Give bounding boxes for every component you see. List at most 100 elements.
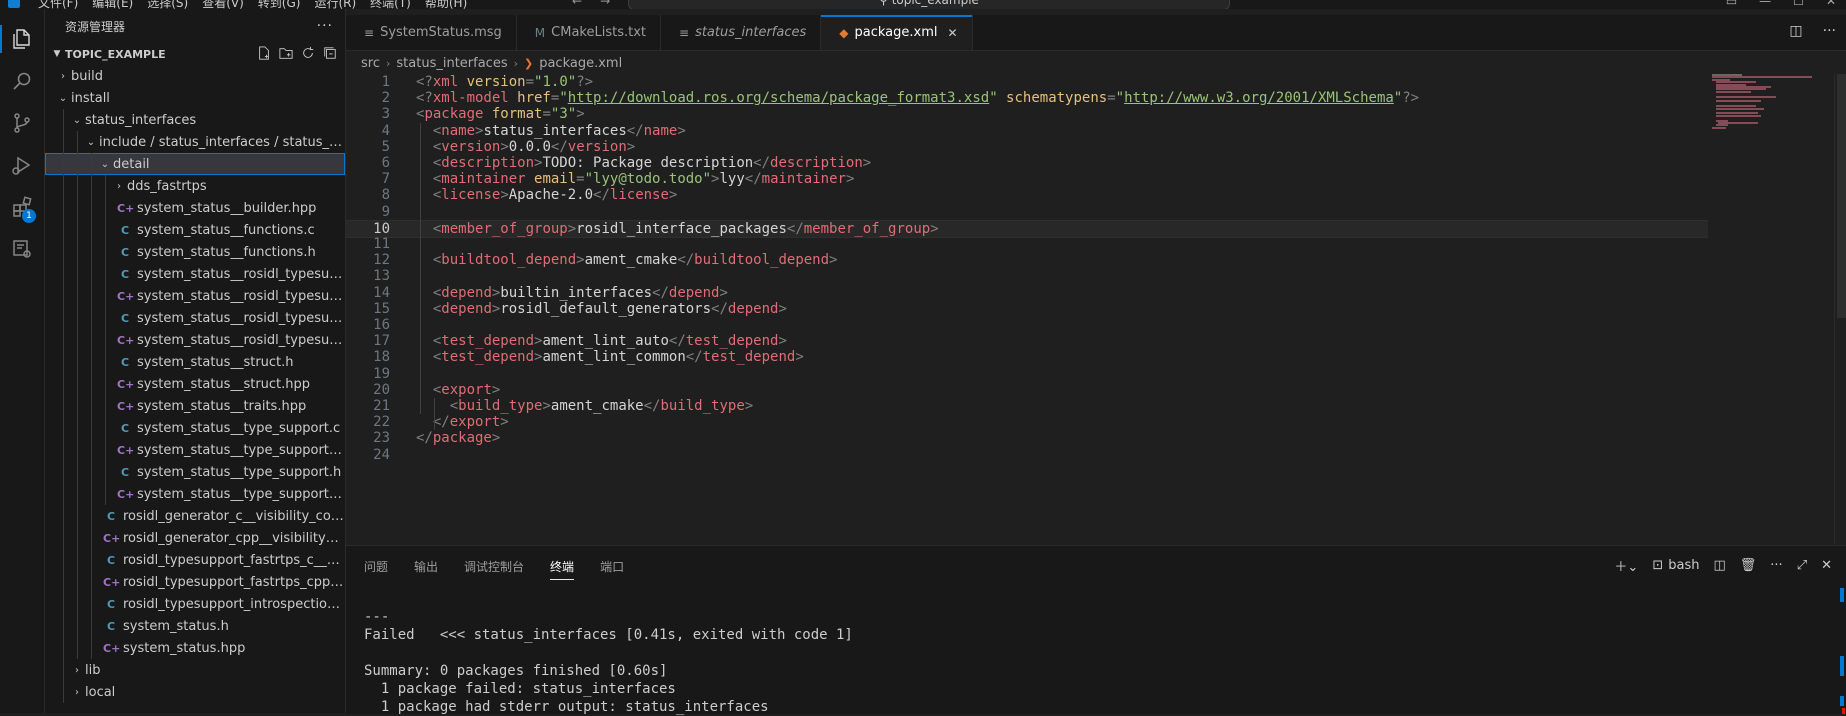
code-line[interactable]: 15 <depend>rosidl_default_generators</de… (346, 301, 1706, 317)
code-line[interactable]: 12 <buildtool_depend>ament_cmake</buildt… (346, 252, 1706, 268)
tree-file[interactable]: C+ system_status__type_support.hpp (45, 483, 345, 505)
breadcrumb-item[interactable]: status_interfaces (396, 56, 507, 71)
menu-item[interactable]: 帮助(H) (425, 0, 467, 9)
code-line[interactable]: 7 <maintainer email="lyy@todo.todo">lyy<… (346, 171, 1706, 187)
breadcrumb-item[interactable]: package.xml (539, 56, 622, 71)
tree-file[interactable]: Crosidl_typesupport_fastrtps_c__visib… (45, 549, 345, 571)
code-line[interactable]: 3 <package format="3"> (346, 106, 1706, 122)
run-debug-icon[interactable] (0, 143, 44, 187)
code-line[interactable]: 20 <export> (346, 382, 1706, 398)
tab-package-xml[interactable]: ◆ package.xml ✕ (821, 15, 973, 50)
tree-file[interactable]: Csystem_status__type_support.h (45, 461, 345, 483)
tree-folder[interactable]: ⌄ status_interfaces (45, 109, 345, 131)
menu-item[interactable]: 查看(V) (202, 0, 244, 9)
explorer-icon[interactable] (0, 17, 44, 61)
tree-file[interactable]: Csystem_status__struct.h (45, 351, 345, 373)
extensions-icon[interactable]: 1 (0, 185, 44, 229)
code-line[interactable]: 4 <name>status_interfaces</name> (346, 123, 1706, 139)
code-line[interactable]: 5 <version>0.0.0</version> (346, 139, 1706, 155)
search-icon[interactable] (0, 59, 44, 103)
token-url[interactable]: http://www.w3.org/2001/XMLSchema (1124, 90, 1394, 106)
tree-file[interactable]: Csystem_status.h (45, 615, 345, 637)
more-actions-icon[interactable]: ··· (1823, 23, 1836, 39)
tree-folder[interactable]: › dds_fastrtps (45, 175, 345, 197)
terminal-output[interactable]: --- Failed <<< status_interfaces [0.41s, … (364, 608, 853, 716)
terminal-instance[interactable]: ⊡ bash (1652, 558, 1699, 573)
code-line[interactable]: 18 <test_depend>ament_lint_common</test_… (346, 349, 1706, 365)
breadcrumb-item[interactable]: src (361, 56, 380, 71)
code-line[interactable]: 6 <description>TODO: Package description… (346, 155, 1706, 171)
menu-item[interactable]: 编辑(E) (92, 0, 133, 9)
tree-file[interactable]: C+ rosidl_generator_cpp__visibility_con… (45, 527, 345, 549)
code-line[interactable]: 22 </export> (346, 414, 1706, 430)
menu-item[interactable]: 运行(R) (314, 0, 356, 9)
code-line[interactable]: 9 (346, 204, 1706, 220)
tree-folder[interactable]: › local (45, 681, 345, 703)
maximize-panel-icon[interactable]: ⤢ (1797, 558, 1807, 573)
panel-tab-2[interactable]: 调试控制台 (464, 558, 524, 580)
tree-folder[interactable]: › lib (45, 659, 345, 681)
close-icon[interactable]: ✕ (947, 26, 957, 40)
menu-item[interactable]: 终端(T) (370, 0, 411, 9)
menu-item[interactable]: 文件(F) (38, 0, 78, 9)
close-panel-icon[interactable]: ✕ (1821, 558, 1832, 573)
tree-folder[interactable]: ⌄ install (45, 87, 345, 109)
tree-folder[interactable]: › build (45, 65, 345, 87)
code-line[interactable]: 21 <build_type>ament_cmake</build_type> (346, 398, 1706, 414)
code-line[interactable]: 23 </package> (346, 430, 1706, 446)
more-actions-icon[interactable]: ··· (1770, 558, 1782, 573)
tree-file[interactable]: Crosidl_typesupport_introspection_c_… (45, 593, 345, 615)
code-line[interactable]: 11 (346, 236, 1706, 252)
tree-file[interactable]: C+ system_status__type_support.cpp (45, 439, 345, 461)
split-editor-icon[interactable]: ◫ (1789, 23, 1802, 39)
tree-file[interactable]: C+system_status__rosidl_typesupport… (45, 285, 345, 307)
code-line[interactable]: 2 <?xml-model href="http://download.ros.o… (346, 90, 1706, 106)
tab-cmakelists-txt[interactable]: M CMakeLists.txt (517, 15, 661, 50)
menu-item[interactable]: 选择(S) (147, 0, 188, 9)
tree-file[interactable]: Crosidl_generator_c__visibility_control.… (45, 505, 345, 527)
more-actions-icon[interactable]: ··· (317, 18, 333, 34)
collapse-all-icon[interactable] (323, 46, 337, 60)
panel-tab-3[interactable]: 终端 (550, 558, 575, 580)
code-line[interactable]: 24 (346, 447, 1706, 463)
split-terminal-icon[interactable]: ◫ (1713, 558, 1725, 573)
tree-file[interactable]: Csystem_status__rosidl_typesupport… (45, 307, 345, 329)
maximize-icon[interactable]: ☐ (1793, 0, 1804, 8)
tree-folder[interactable]: ⌄ detail (45, 153, 345, 175)
source-control-icon[interactable] (0, 101, 44, 145)
tree-file[interactable]: Csystem_status__rosidl_typesupport… (45, 263, 345, 285)
panel-tab-1[interactable]: 输出 (414, 558, 438, 580)
workspace-section[interactable]: ▼ TOPIC_EXAMPLE (45, 43, 345, 65)
tab-status-interfaces[interactable]: ≡ status_interfaces (661, 15, 822, 50)
code-line[interactable]: 1 <?xml version="1.0"?> (346, 74, 1706, 90)
token-url[interactable]: http://download.ros.org/schema/package_f… (568, 90, 989, 106)
scrollbar-thumb[interactable] (1837, 74, 1846, 318)
tree-file[interactable]: Csystem_status__functions.h (45, 241, 345, 263)
close-window-icon[interactable]: ✕ (1826, 0, 1836, 8)
minimap[interactable] (1712, 74, 1822, 134)
tree-file[interactable]: Csystem_status__type_support.c (45, 417, 345, 439)
tree-file[interactable]: C+ system_status__traits.hpp (45, 395, 345, 417)
refresh-icon[interactable] (301, 46, 315, 60)
menu-item[interactable]: 转到(G) (258, 0, 301, 9)
tree-file[interactable]: C+ rosidl_typesupport_fastrtps_cpp__vi… (45, 571, 345, 593)
tab-systemstatus-msg[interactable]: ≡ SystemStatus.msg (346, 15, 517, 50)
code-line[interactable]: 13 (346, 268, 1706, 284)
editor-scrollbar[interactable] (1834, 74, 1846, 544)
tree-file[interactable]: Csystem_status__functions.c (45, 219, 345, 241)
code-line[interactable]: 17 <test_depend>ament_lint_auto</test_de… (346, 333, 1706, 349)
code-line[interactable]: 8 <license>Apache-2.0</license> (346, 187, 1706, 203)
minimize-icon[interactable]: — (1759, 0, 1771, 8)
panel-tab-4[interactable]: 端口 (600, 558, 624, 580)
remote-explorer-icon[interactable] (0, 227, 44, 271)
tree-file[interactable]: C+ system_status__struct.hpp (45, 373, 345, 395)
command-center-search[interactable]: ⚲ topic_example (628, 0, 1230, 9)
new-terminal-icon[interactable]: ＋⌄ (1614, 556, 1638, 575)
new-folder-icon[interactable] (279, 46, 293, 60)
back-arrow-icon[interactable]: ← (572, 0, 582, 8)
layout-icon[interactable]: ▭ (1726, 0, 1737, 8)
code-line[interactable]: 16 (346, 317, 1706, 333)
forward-arrow-icon[interactable]: → (600, 0, 610, 8)
panel-tab-0[interactable]: 问题 (364, 558, 388, 580)
tree-file[interactable]: C+ system_status.hpp (45, 637, 345, 659)
